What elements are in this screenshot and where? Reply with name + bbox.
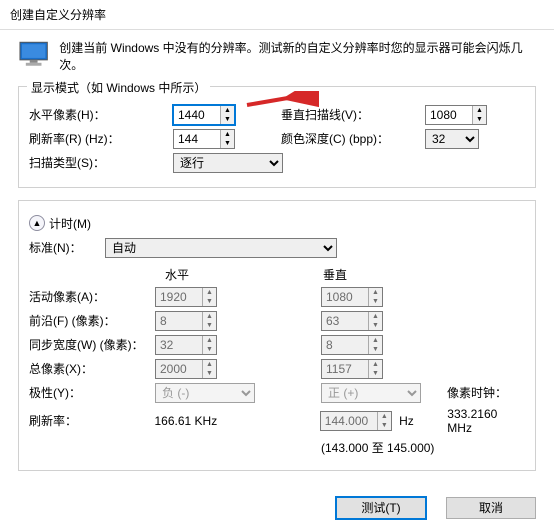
spin-down-icon[interactable]: ▼ [221,139,234,148]
v-scanlines-input[interactable]: ▲▼ [425,105,487,125]
spin-up-icon[interactable]: ▲ [221,106,234,115]
sync-h: ▲▼ [155,335,217,355]
spin-up-icon[interactable]: ▲ [473,106,486,115]
active-label: 活动像素(A)： [29,288,147,305]
refresh-h-value: 166.61 KHz [154,414,311,428]
front-h: ▲▼ [155,311,217,331]
timing-group: ▲ 计时(M) 标准(N)： 自动 水平 垂直 活动像素(A)： ▲▼ ▲▼ 前… [18,200,536,471]
button-bar: 测试(T) 取消 [0,489,554,527]
front-label: 前沿(F) (像素)： [29,312,147,329]
pixel-clock-label: 像素时钟： [447,384,507,401]
intro-section: 创建当前 Windows 中没有的分辨率。测试新的自定义分辨率时您的显示器可能会… [18,40,536,74]
refresh-rate-label: 刷新率： [29,412,146,429]
standard-label: 标准(N)： [29,239,97,256]
monitor-icon [18,40,49,68]
refresh-label: 刷新率(R) (Hz)： [29,130,165,147]
spin-up-icon[interactable]: ▲ [221,130,234,139]
active-v: ▲▼ [321,287,383,307]
color-label: 颜色深度(C) (bpp)： [281,130,417,147]
polarity-label: 极性(Y)： [29,384,147,401]
sync-v: ▲▼ [321,335,383,355]
timing-legend: 计时(M) [49,215,91,232]
hz-unit: Hz [399,414,414,428]
active-h: ▲▼ [155,287,217,307]
col-h-header: 水平 [165,266,323,283]
window-title: 创建自定义分辨率 [10,8,106,22]
polarity-h: 负 (-) [155,383,255,403]
range-hint: (143.000 至 145.000) [321,439,434,456]
collapse-icon[interactable]: ▲ [29,215,45,231]
total-label: 总像素(X)： [29,360,147,377]
refresh-input[interactable]: ▲▼ [173,129,235,149]
display-mode-legend: 显示模式（如 Windows 中所示） [27,79,210,96]
spin-down-icon[interactable]: ▼ [473,115,486,124]
col-v-header: 垂直 [323,266,481,283]
standard-select[interactable]: 自动 [105,238,337,258]
polarity-v: 正 (+) [321,383,421,403]
titlebar: 创建自定义分辨率 [0,0,554,30]
sync-label: 同步宽度(W) (像素)： [29,336,147,353]
total-h: ▲▼ [155,359,217,379]
color-depth-select[interactable]: 32 [425,129,479,149]
pixel-clock-value: 333.2160 MHz [447,407,525,435]
scan-type-select[interactable]: 逐行 [173,153,283,173]
display-mode-group: 显示模式（如 Windows 中所示） 水平像素(H)： ▲▼ 垂直扫描线(V)… [18,86,536,188]
refresh-v-input: ▲▼ [320,411,392,431]
total-v: ▲▼ [321,359,383,379]
scan-type-label: 扫描类型(S)： [29,154,165,171]
h-pixels-input[interactable]: ▲▼ [173,105,235,125]
test-button[interactable]: 测试(T) [336,497,426,519]
h-pixels-label: 水平像素(H)： [29,106,165,123]
cancel-button[interactable]: 取消 [446,497,536,519]
intro-text: 创建当前 Windows 中没有的分辨率。测试新的自定义分辨率时您的显示器可能会… [59,40,536,74]
front-v: ▲▼ [321,311,383,331]
spin-down-icon[interactable]: ▼ [221,115,234,124]
v-scanlines-label: 垂直扫描线(V)： [281,106,417,123]
